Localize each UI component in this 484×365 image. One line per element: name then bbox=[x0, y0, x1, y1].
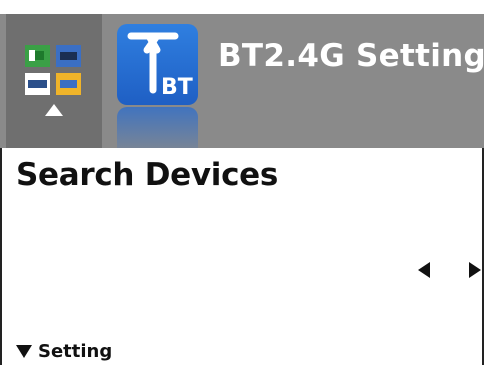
up-arrow-icon[interactable] bbox=[45, 104, 63, 116]
header-title: BT2.4G Setting bbox=[218, 38, 484, 74]
bt-icon-label: BT bbox=[161, 75, 193, 100]
top-margin bbox=[0, 0, 484, 14]
bt-antenna-icon: BT bbox=[117, 24, 198, 105]
bt-icon-reflection bbox=[117, 107, 198, 148]
left-border bbox=[0, 148, 2, 365]
screen: BT BT2.4G Setting Search Devices Setting bbox=[0, 0, 484, 365]
left-arrow-icon[interactable] bbox=[418, 262, 430, 278]
setting-toggle[interactable]: Setting bbox=[16, 340, 112, 362]
setting-label: Setting bbox=[38, 340, 113, 362]
page-title: Search Devices bbox=[16, 157, 279, 193]
right-arrow-icon[interactable] bbox=[469, 262, 481, 278]
collapse-down-icon bbox=[16, 344, 32, 358]
menu-grid-icon bbox=[25, 45, 81, 95]
